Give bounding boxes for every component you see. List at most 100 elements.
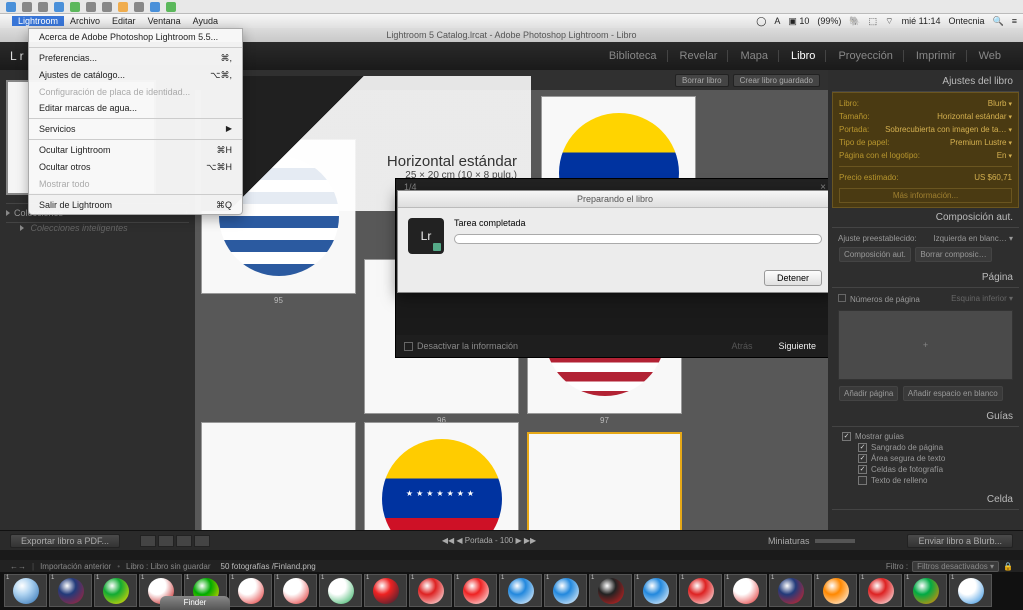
autolayout-button[interactable]: Composición aut. [839, 247, 911, 262]
menu-quit[interactable]: Salir de Lightroom⌘Q [29, 197, 242, 214]
filmstrip-thumb[interactable]: 1 [319, 574, 362, 607]
filmstrip-thumb[interactable]: 1 [904, 574, 947, 607]
menu-extra-icon[interactable]: ≡ [1012, 16, 1017, 26]
module-revelar[interactable]: Revelar [670, 50, 729, 62]
view-multi-icon[interactable] [140, 535, 156, 547]
book-page[interactable]: 99 [364, 422, 519, 530]
os-icon[interactable] [70, 2, 80, 12]
view-zoom-icon[interactable] [194, 535, 210, 547]
menu-preferences[interactable]: Preferencias...⌘, [29, 50, 242, 67]
filmstrip-thumb[interactable]: 1 [94, 574, 137, 607]
guide-photocell-checkbox[interactable] [858, 465, 867, 474]
clear-book-button[interactable]: Borrar libro [675, 74, 729, 87]
module-web[interactable]: Web [969, 50, 1011, 62]
filmstrip-thumb[interactable]: 1 [499, 574, 542, 607]
module-mapa[interactable]: Mapa [730, 50, 779, 62]
menu-hide-lightroom[interactable]: Ocultar Lightroom⌘H [29, 142, 242, 159]
filmstrip-source-book[interactable]: Libro : Libro sin guardar [126, 562, 211, 571]
filmstrip-thumb[interactable]: 1 [679, 574, 722, 607]
finder-tab[interactable]: Finder [160, 596, 230, 610]
show-guides-checkbox[interactable] [842, 432, 851, 441]
page-header[interactable]: Página [832, 268, 1019, 288]
smart-collections[interactable]: Colecciones inteligentes [6, 223, 189, 233]
filmstrip-thumb[interactable]: 1 [364, 574, 407, 607]
battery-status[interactable]: (99%) [817, 16, 841, 26]
os-icon[interactable] [54, 2, 64, 12]
filmstrip-thumb[interactable]: 1 [634, 574, 677, 607]
menu-lightroom[interactable]: Lightroom [12, 16, 64, 26]
filmstrip-thumb[interactable]: 1 [454, 574, 497, 607]
os-icon[interactable] [6, 2, 16, 12]
filmstrip-thumb[interactable]: 1 [724, 574, 767, 607]
more-info-button[interactable]: Más información... [839, 188, 1012, 203]
book-settings-header[interactable]: Ajustes del libro [832, 72, 1019, 92]
dropbox-icon[interactable]: ⬚ [869, 16, 878, 27]
create-saved-book-button[interactable]: Crear libro guardado [733, 74, 820, 87]
book-page-selected[interactable]: 100 [527, 432, 682, 530]
guide-bleed-checkbox[interactable] [858, 443, 867, 452]
wizard-next-button[interactable]: Siguiente [768, 339, 826, 353]
filmstrip-thumbs[interactable]: 1111111111111111111111 [0, 572, 1023, 610]
filmstrip-thumb[interactable]: 1 [814, 574, 857, 607]
clear-layout-button[interactable]: Borrar composic… [915, 247, 991, 262]
setting-logo[interactable]: En▾ [997, 151, 1012, 160]
menu-watermarks[interactable]: Editar marcas de agua... [29, 100, 242, 116]
stop-button[interactable]: Detener [764, 270, 822, 286]
pagenum-checkbox[interactable]: Números de página [850, 295, 920, 304]
disable-info-checkbox[interactable] [404, 342, 413, 351]
menu-help[interactable]: Ayuda [187, 16, 224, 26]
module-proyeccion[interactable]: Proyección [828, 50, 903, 62]
menu-hide-others[interactable]: Ocultar otros⌥⌘H [29, 159, 242, 176]
cell-header[interactable]: Celda [832, 490, 1019, 510]
filmstrip-thumb[interactable]: 1 [229, 574, 272, 607]
setting-libro[interactable]: Blurb▾ [988, 99, 1012, 108]
view-spread-icon[interactable] [158, 535, 174, 547]
add-page-button[interactable]: Añadir página [839, 386, 898, 401]
filmstrip-thumb[interactable]: 1 [274, 574, 317, 607]
page-layout-preview[interactable]: + [838, 310, 1013, 380]
preset-select[interactable]: Izquierda en blanc… ▾ [933, 234, 1013, 243]
filmstrip-thumb[interactable]: 1 [589, 574, 632, 607]
filmstrip-next[interactable]: → [18, 562, 26, 571]
module-biblioteca[interactable]: Biblioteca [599, 50, 668, 62]
filmstrip-source-prev[interactable]: Importación anterior [40, 562, 111, 571]
os-icon[interactable] [134, 2, 144, 12]
setting-tamano[interactable]: Horizontal estándar▾ [937, 112, 1012, 121]
guide-textsafe-checkbox[interactable] [858, 454, 867, 463]
menu-file[interactable]: Archivo [64, 16, 106, 26]
os-icon[interactable] [22, 2, 32, 12]
menubar-time[interactable]: mié 11:14 [902, 16, 941, 26]
module-imprimir[interactable]: Imprimir [906, 50, 967, 62]
filmstrip-thumb[interactable]: 1 [859, 574, 902, 607]
adobe-icon[interactable]: A [774, 16, 780, 26]
thumb-size-slider[interactable] [815, 539, 855, 543]
filmstrip-thumb[interactable]: 1 [409, 574, 452, 607]
setting-portada[interactable]: Sobrecubierta con imagen de ta…▾ [885, 125, 1012, 134]
export-pdf-button[interactable]: Exportar libro a PDF... [10, 534, 120, 548]
view-single-icon[interactable] [176, 535, 192, 547]
filmstrip-thumb[interactable]: 1 [769, 574, 812, 607]
notif-icon[interactable]: ▣ 10 [788, 16, 809, 27]
autolayout-header[interactable]: Composición aut. [832, 208, 1019, 228]
filmstrip-thumb[interactable]: 1 [4, 574, 47, 607]
filmstrip-thumb[interactable]: 1 [949, 574, 992, 607]
filter-lock-icon[interactable]: 🔒 [1003, 562, 1013, 571]
spotlight-icon[interactable]: 🔍 [993, 16, 1004, 27]
menu-window[interactable]: Ventana [142, 16, 187, 26]
filter-select[interactable]: Filtros desactivados ▾ [912, 561, 999, 572]
corner-select[interactable]: Esquina inferior ▾ [951, 294, 1013, 304]
wifi-icon[interactable]: ⌔ [885, 16, 893, 27]
add-blank-button[interactable]: Añadir espacio en blanco [903, 386, 1003, 401]
module-libro[interactable]: Libro [781, 50, 826, 62]
os-icon[interactable] [86, 2, 96, 12]
os-icon[interactable] [150, 2, 160, 12]
filmstrip-thumb[interactable]: 1 [544, 574, 587, 607]
menu-services[interactable]: Servicios▶ [29, 121, 242, 137]
os-icon[interactable] [118, 2, 128, 12]
menu-edit[interactable]: Editar [106, 16, 142, 26]
cc-icon[interactable]: ◯ [756, 16, 766, 27]
menu-catalog-settings[interactable]: Ajustes de catálogo...⌥⌘, [29, 67, 242, 84]
os-icon[interactable] [38, 2, 48, 12]
menu-about[interactable]: Acerca de Adobe Photoshop Lightroom 5.5.… [29, 29, 242, 45]
guide-filler-checkbox[interactable] [858, 476, 867, 485]
